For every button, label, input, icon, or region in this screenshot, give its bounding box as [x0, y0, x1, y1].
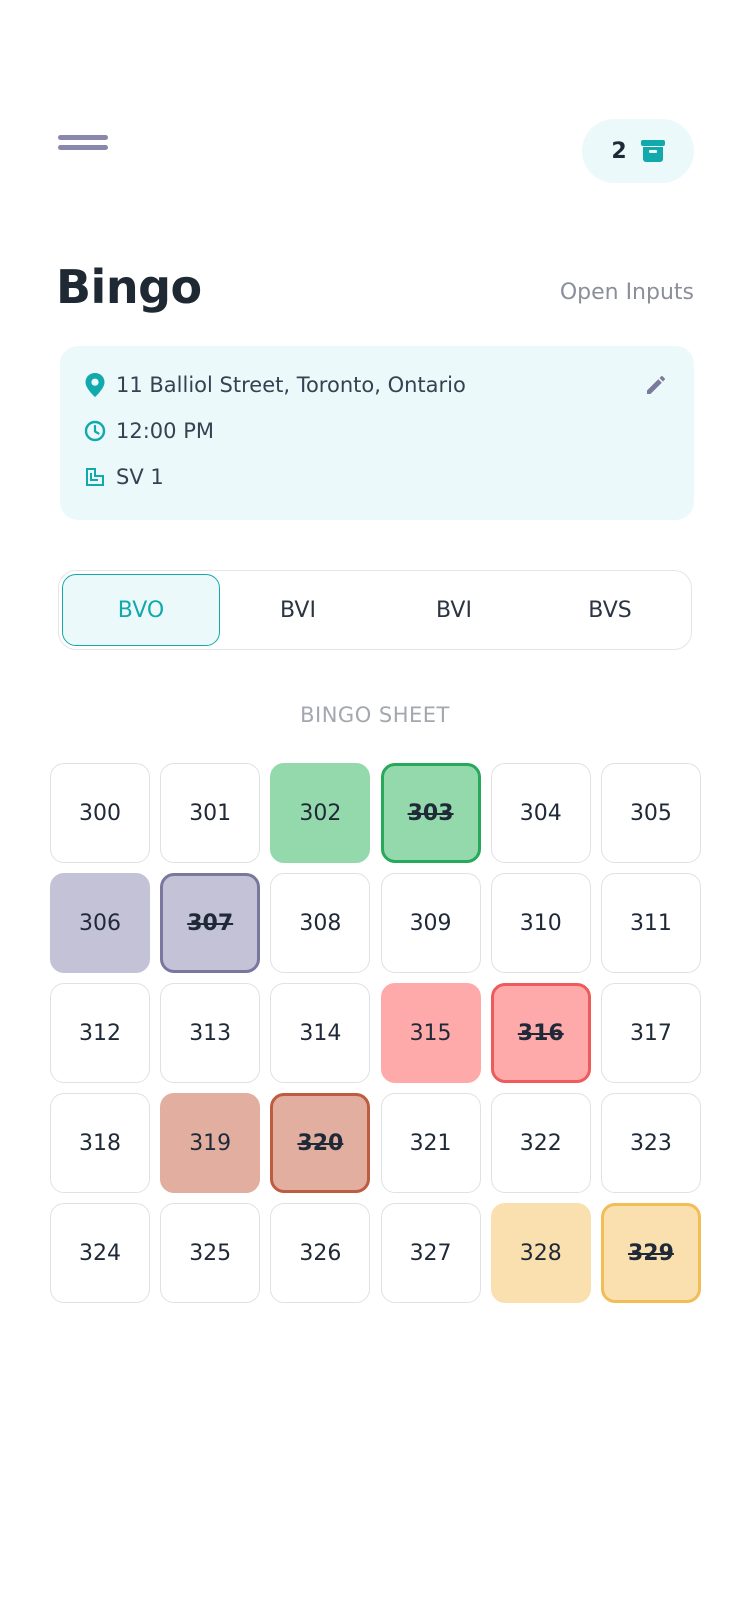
bingo-cell[interactable]: 327: [380, 1203, 481, 1303]
bingo-cell-number: 319: [189, 1130, 232, 1156]
cart-button[interactable]: 2: [582, 119, 694, 183]
bingo-cell-number: 309: [409, 910, 452, 936]
bingo-cell[interactable]: 302: [270, 763, 371, 863]
bingo-cell-number: 328: [519, 1240, 562, 1266]
room-map-icon: [84, 465, 106, 489]
open-inputs-link[interactable]: Open Inputs: [560, 280, 694, 305]
bingo-cell-number: 308: [299, 910, 342, 936]
bingo-cell[interactable]: 311: [600, 873, 701, 973]
bingo-cell-number: 310: [519, 910, 562, 936]
bingo-cell-number: 320: [297, 1130, 344, 1156]
bingo-cell-number: 300: [79, 800, 121, 826]
bingo-cell-number: 314: [299, 1020, 342, 1046]
bingo-cell-number: 318: [79, 1130, 121, 1156]
bingo-cell[interactable]: 325: [160, 1203, 261, 1303]
bingo-cell[interactable]: 315: [380, 983, 481, 1083]
archive-box-icon: [640, 140, 665, 162]
bingo-cell-number: 302: [299, 800, 342, 826]
bingo-cell[interactable]: 324: [50, 1203, 150, 1303]
event-info-card: 11 Balliol Street, Toronto, Ontario 12:0…: [60, 346, 694, 520]
bingo-cell[interactable]: 314: [270, 983, 371, 1083]
time-row: 12:00 PM: [84, 419, 214, 443]
bingo-cell-number: 329: [627, 1240, 674, 1266]
bingo-cell[interactable]: 317: [600, 983, 701, 1083]
tab-bvi-1[interactable]: BVI: [220, 574, 376, 646]
bingo-cell-number: 312: [79, 1020, 121, 1046]
bingo-cell-number: 326: [299, 1240, 342, 1266]
bingo-cell[interactable]: 313: [160, 983, 261, 1083]
menu-icon[interactable]: [58, 135, 108, 161]
bingo-cell-number: 323: [629, 1130, 672, 1156]
bingo-cell[interactable]: 306: [50, 873, 150, 973]
bingo-cell-number: 311: [629, 910, 672, 936]
bingo-cell-number: 327: [409, 1240, 452, 1266]
room-row: SV 1: [84, 465, 164, 489]
bingo-cell-number: 313: [189, 1020, 232, 1046]
page-title: Bingo: [56, 260, 202, 314]
bingo-cell-number: 324: [79, 1240, 121, 1266]
bingo-cell[interactable]: 321: [380, 1093, 481, 1193]
location-row: 11 Balliol Street, Toronto, Ontario: [84, 373, 466, 397]
bingo-cell[interactable]: 319: [160, 1093, 261, 1193]
bingo-cell[interactable]: 322: [490, 1093, 591, 1193]
bingo-cell-number: 325: [189, 1240, 232, 1266]
bingo-cell-number: 322: [519, 1130, 562, 1156]
bingo-cell[interactable]: 303: [380, 763, 481, 863]
bingo-cell-number: 315: [409, 1020, 452, 1046]
bingo-cell[interactable]: 326: [270, 1203, 371, 1303]
bingo-cell[interactable]: 310: [490, 873, 591, 973]
bingo-cell[interactable]: 316: [490, 983, 591, 1083]
bingo-cell[interactable]: 320: [270, 1093, 371, 1193]
tab-bvo[interactable]: BVO: [62, 574, 220, 646]
bingo-cell[interactable]: 309: [380, 873, 481, 973]
cart-count: 2: [611, 138, 627, 164]
bingo-cell[interactable]: 329: [600, 1203, 701, 1303]
bingo-cell[interactable]: 328: [490, 1203, 591, 1303]
bingo-cell[interactable]: 308: [270, 873, 371, 973]
bingo-grid: 300 301 302 303 304 305 306 307 308 309 310 311 312 3…: [50, 763, 701, 1303]
bingo-cell-number: 303: [407, 800, 454, 826]
bingo-cell-number: 317: [629, 1020, 672, 1046]
bingo-cell-number: 316: [517, 1020, 564, 1046]
sheet-label: BINGO SHEET: [300, 703, 450, 727]
location-pin-icon: [84, 373, 106, 397]
bingo-cell[interactable]: 304: [490, 763, 591, 863]
bingo-cell[interactable]: 318: [50, 1093, 150, 1193]
bingo-cell-number: 304: [519, 800, 562, 826]
bingo-cell[interactable]: 323: [600, 1093, 701, 1193]
bingo-cell[interactable]: 305: [600, 763, 701, 863]
bingo-cell[interactable]: 300: [50, 763, 150, 863]
tab-bvs[interactable]: BVS: [532, 574, 688, 646]
bingo-cell[interactable]: 312: [50, 983, 150, 1083]
time-text: 12:00 PM: [116, 419, 214, 443]
bingo-cell-number: 305: [629, 800, 672, 826]
tab-bvi-2[interactable]: BVI: [376, 574, 532, 646]
bingo-cell-number: 301: [189, 800, 232, 826]
address-text: 11 Balliol Street, Toronto, Ontario: [116, 373, 466, 397]
bingo-cell-number: 306: [79, 910, 121, 936]
pencil-icon[interactable]: [644, 373, 670, 399]
room-text: SV 1: [116, 465, 164, 489]
bingo-cell-number: 321: [409, 1130, 452, 1156]
tab-bar: BVO BVI BVI BVS: [58, 570, 692, 650]
bingo-cell-number: 307: [187, 910, 234, 936]
bingo-cell[interactable]: 301: [160, 763, 261, 863]
bingo-cell[interactable]: 307: [160, 873, 261, 973]
clock-icon: [84, 419, 106, 443]
